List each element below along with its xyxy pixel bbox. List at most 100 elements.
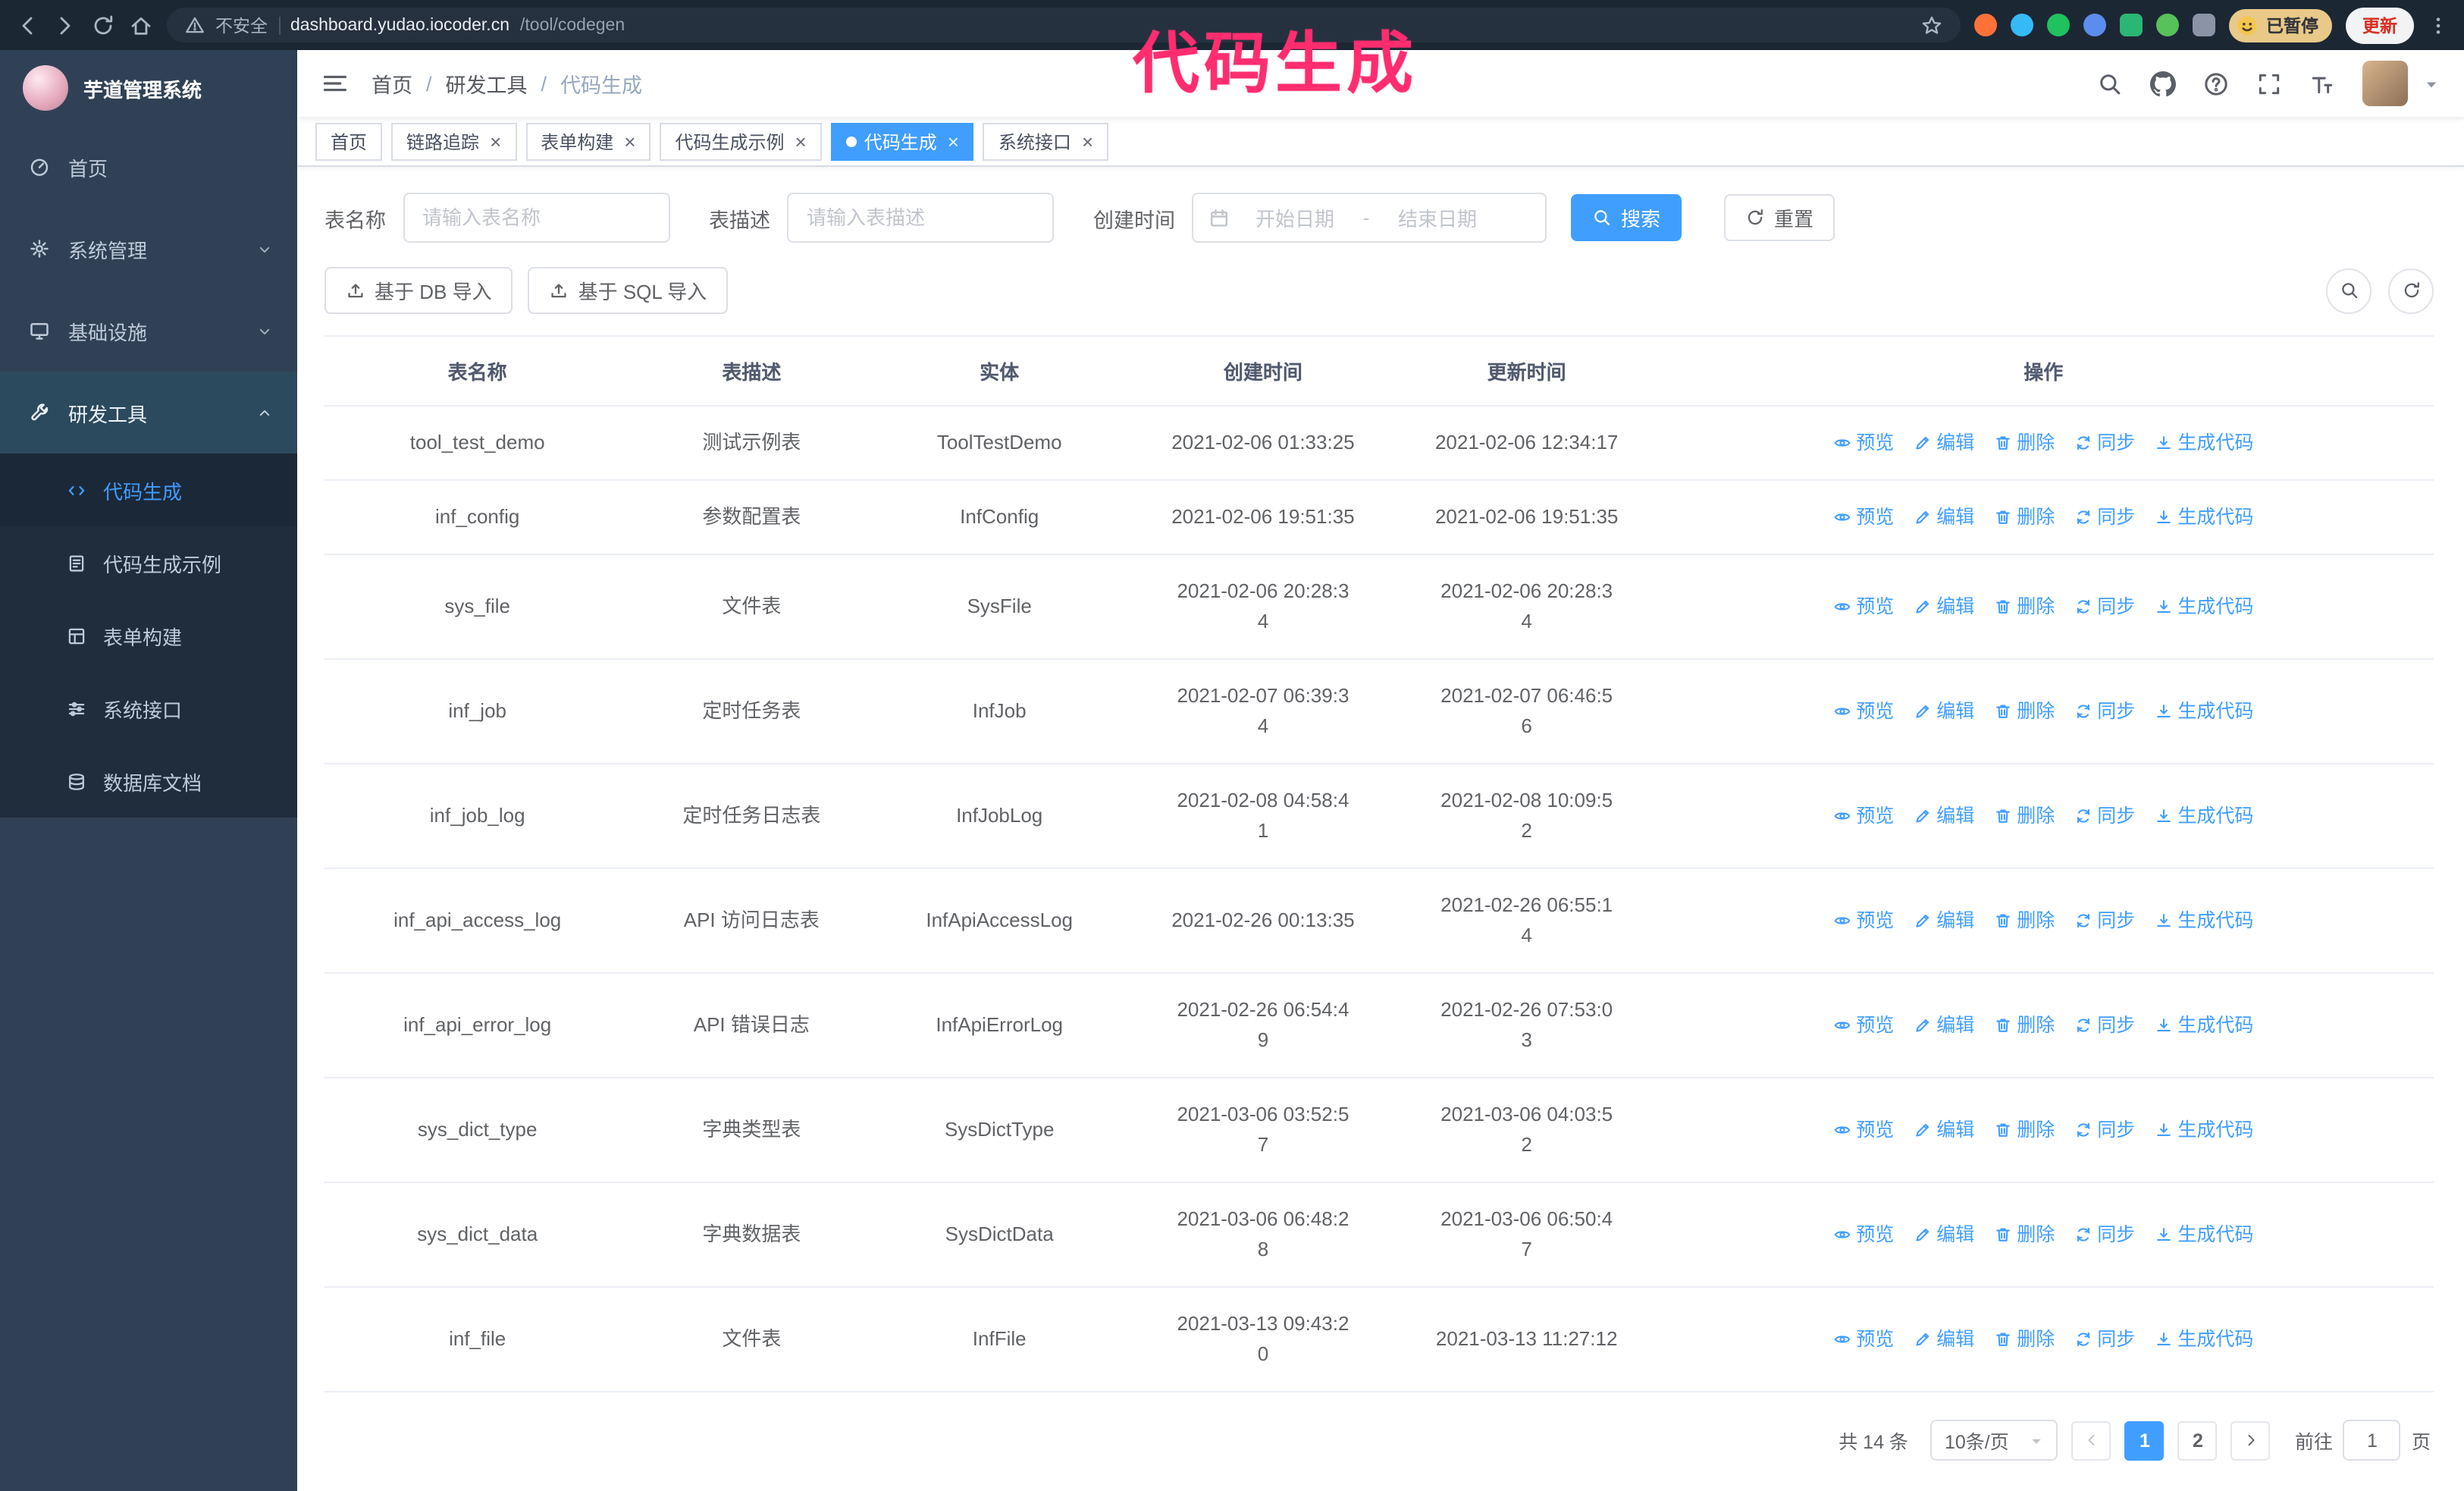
- action-delete[interactable]: 删除: [1994, 906, 2055, 936]
- action-delete[interactable]: 删除: [1994, 1115, 2055, 1145]
- action-sync[interactable]: 同步: [2074, 906, 2135, 936]
- github-icon[interactable]: [2150, 71, 2176, 96]
- sidebar-item-db-doc[interactable]: 数据库文档: [0, 745, 297, 818]
- action-preview[interactable]: 预览: [1833, 592, 1894, 622]
- action-preview[interactable]: 预览: [1833, 906, 1894, 936]
- action-sync[interactable]: 同步: [2074, 1010, 2135, 1041]
- action-edit[interactable]: 编辑: [1914, 428, 1974, 458]
- table-desc-input[interactable]: [787, 193, 1054, 243]
- bookmark-star-icon[interactable]: [1920, 14, 1942, 36]
- toggle-search-button[interactable]: [2326, 268, 2372, 313]
- address-bar[interactable]: 不安全 dashboard.yudao.iocoder.cn/tool/code…: [167, 8, 1960, 42]
- tab-close-icon[interactable]: ×: [1082, 131, 1093, 151]
- app-logo[interactable]: 芋道管理系统: [0, 50, 297, 126]
- tab-codegen-example[interactable]: 代码生成示例 ×: [660, 122, 822, 160]
- question-icon[interactable]: [2203, 71, 2229, 96]
- fontsize-icon[interactable]: [2309, 71, 2335, 96]
- back-icon[interactable]: [15, 13, 39, 37]
- action-preview[interactable]: 预览: [1833, 502, 1894, 532]
- action-preview[interactable]: 预览: [1833, 801, 1894, 831]
- action-preview[interactable]: 预览: [1833, 428, 1894, 458]
- action-sync[interactable]: 同步: [2074, 1115, 2135, 1145]
- home-icon[interactable]: [129, 13, 153, 37]
- v-green-extension-icon[interactable]: [2046, 14, 2069, 36]
- action-delete[interactable]: 删除: [1994, 502, 2055, 532]
- tab-close-icon[interactable]: ×: [624, 131, 635, 151]
- action-edit[interactable]: 编辑: [1914, 1115, 1974, 1145]
- action-generate-code[interactable]: 生成代码: [2155, 428, 2253, 458]
- people-extension-icon[interactable]: [2083, 14, 2105, 36]
- sidebar-item-home[interactable]: 首页: [0, 126, 297, 208]
- action-delete[interactable]: 删除: [1994, 428, 2055, 458]
- refresh-table-button[interactable]: [2388, 268, 2434, 313]
- action-sync[interactable]: 同步: [2074, 502, 2135, 532]
- search-icon[interactable]: [2097, 71, 2123, 96]
- drop-extension-icon[interactable]: [2010, 14, 2033, 36]
- action-preview[interactable]: 预览: [1833, 696, 1894, 727]
- forward-icon[interactable]: [53, 13, 77, 37]
- tab-form-build[interactable]: 表单构建 ×: [525, 122, 651, 160]
- import-sql-button[interactable]: 基于 SQL 导入: [528, 267, 729, 314]
- fullscreen-icon[interactable]: [2256, 71, 2282, 96]
- action-generate-code[interactable]: 生成代码: [2155, 1219, 2253, 1250]
- action-sync[interactable]: 同步: [2074, 1324, 2135, 1354]
- action-generate-code[interactable]: 生成代码: [2155, 502, 2253, 532]
- prev-page-button[interactable]: [2071, 1420, 2111, 1460]
- sidebar-item-codegen-example[interactable]: 代码生成示例: [0, 526, 297, 599]
- action-sync[interactable]: 同步: [2074, 801, 2135, 831]
- sidebar-item-infra[interactable]: 基础设施: [0, 290, 297, 372]
- create-time-range-picker[interactable]: 开始日期 - 结束日期: [1192, 193, 1547, 243]
- action-delete[interactable]: 删除: [1994, 801, 2055, 831]
- tab-close-icon[interactable]: ×: [490, 131, 501, 151]
- action-generate-code[interactable]: 生成代码: [2155, 1010, 2253, 1041]
- import-db-button[interactable]: 基于 DB 导入: [324, 267, 513, 314]
- tab-close-icon[interactable]: ×: [795, 131, 807, 151]
- fox-extension-icon[interactable]: [1973, 14, 1996, 36]
- card-extension-icon[interactable]: [2119, 14, 2142, 36]
- action-preview[interactable]: 预览: [1833, 1115, 1894, 1145]
- action-preview[interactable]: 预览: [1833, 1010, 1894, 1041]
- action-edit[interactable]: 编辑: [1914, 696, 1974, 727]
- action-delete[interactable]: 删除: [1994, 1219, 2055, 1250]
- search-button[interactable]: 搜索: [1571, 194, 1682, 241]
- hamburger-icon[interactable]: [321, 70, 349, 97]
- action-generate-code[interactable]: 生成代码: [2155, 1115, 2253, 1145]
- action-edit[interactable]: 编辑: [1914, 1219, 1974, 1250]
- action-preview[interactable]: 预览: [1833, 1219, 1894, 1250]
- action-generate-code[interactable]: 生成代码: [2155, 906, 2253, 936]
- table-name-input[interactable]: [403, 193, 669, 243]
- action-generate-code[interactable]: 生成代码: [2155, 696, 2253, 727]
- action-edit[interactable]: 编辑: [1914, 592, 1974, 622]
- browser-menu-kebab-icon[interactable]: [2428, 13, 2449, 37]
- action-edit[interactable]: 编辑: [1914, 906, 1974, 936]
- sidebar-item-system-api[interactable]: 系统接口: [0, 672, 297, 745]
- page-button-2[interactable]: 2: [2177, 1420, 2218, 1460]
- tab-home[interactable]: 首页: [315, 122, 383, 160]
- tab-codegen[interactable]: 代码生成 ×: [830, 122, 974, 160]
- action-preview[interactable]: 预览: [1833, 1324, 1894, 1354]
- action-generate-code[interactable]: 生成代码: [2155, 592, 2253, 622]
- page-button-1[interactable]: 1: [2124, 1420, 2165, 1460]
- user-avatar[interactable]: [2362, 61, 2408, 106]
- browser-update-button[interactable]: 更新: [2346, 7, 2414, 43]
- action-delete[interactable]: 删除: [1994, 1324, 2055, 1354]
- action-sync[interactable]: 同步: [2074, 592, 2135, 622]
- action-sync[interactable]: 同步: [2074, 1219, 2135, 1250]
- breadcrumb-item[interactable]: 首页: [371, 68, 412, 99]
- action-edit[interactable]: 编辑: [1914, 1010, 1974, 1041]
- action-sync[interactable]: 同步: [2074, 428, 2135, 458]
- action-edit[interactable]: 编辑: [1914, 1324, 1974, 1354]
- leaf-extension-icon[interactable]: [2155, 14, 2178, 36]
- action-generate-code[interactable]: 生成代码: [2155, 801, 2253, 831]
- action-generate-code[interactable]: 生成代码: [2155, 1324, 2253, 1354]
- action-delete[interactable]: 删除: [1994, 696, 2055, 727]
- avatar-caret-down-icon[interactable]: [2423, 75, 2440, 92]
- tab-tracer[interactable]: 链路追踪 ×: [391, 122, 517, 160]
- action-delete[interactable]: 删除: [1994, 592, 2055, 622]
- sidebar-item-codegen[interactable]: 代码生成: [0, 454, 297, 526]
- puzzle-extension-icon[interactable]: [2192, 14, 2215, 36]
- breadcrumb-item[interactable]: 研发工具: [446, 68, 528, 99]
- goto-page-input[interactable]: [2343, 1420, 2401, 1461]
- sidebar-item-system[interactable]: 系统管理: [0, 208, 297, 290]
- tab-close-icon[interactable]: ×: [948, 131, 959, 151]
